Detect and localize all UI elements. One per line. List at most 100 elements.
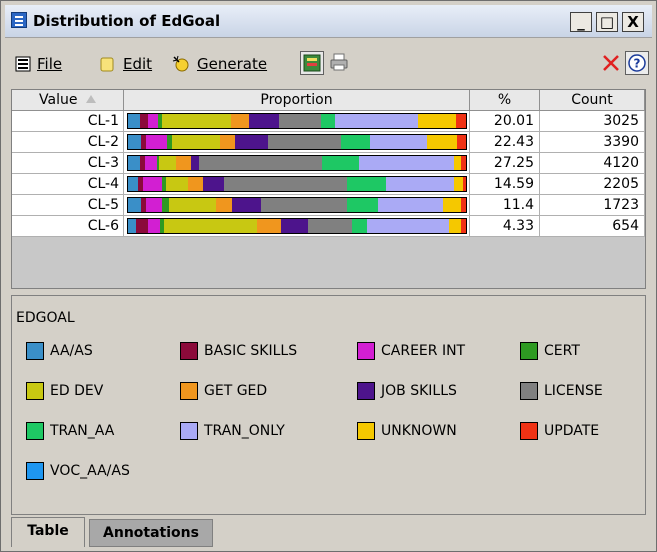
minimize-button[interactable]: _ bbox=[570, 12, 592, 32]
generate-menu[interactable]: Generate bbox=[197, 55, 267, 73]
header-percent[interactable]: % bbox=[470, 90, 540, 111]
file-menu[interactable]: File bbox=[37, 55, 62, 73]
legend-label: UNKNOWN bbox=[381, 423, 457, 439]
header-count[interactable]: Count bbox=[540, 90, 645, 111]
proportion-segment bbox=[460, 156, 466, 170]
edit-menu[interactable]: Edit bbox=[123, 55, 152, 73]
cell-percent: 27.25 bbox=[470, 153, 540, 174]
proportion-bar bbox=[127, 134, 467, 150]
cell-value: CL-1 bbox=[12, 111, 124, 132]
file-menu-label: File bbox=[37, 55, 63, 73]
proportion-segment bbox=[136, 219, 149, 233]
cell-percent: 22.43 bbox=[470, 132, 540, 153]
proportion-segment bbox=[143, 177, 163, 191]
proportion-segment bbox=[377, 198, 443, 212]
proportion-segment bbox=[169, 198, 217, 212]
proportion-segment bbox=[172, 135, 220, 149]
table-row[interactable]: CL-1 20.01 3025 bbox=[12, 111, 645, 132]
tab-bar: Table Annotations bbox=[7, 517, 652, 547]
proportion-segment bbox=[454, 177, 463, 191]
chart-view-button[interactable] bbox=[300, 51, 324, 75]
proportion-segment bbox=[128, 156, 140, 170]
cell-proportion bbox=[124, 153, 470, 174]
legend-label: TRAN_AA bbox=[50, 423, 115, 439]
cell-value: CL-3 bbox=[12, 153, 124, 174]
proportion-segment bbox=[455, 114, 466, 128]
proportion-segment bbox=[223, 177, 347, 191]
proportion-segment bbox=[232, 198, 262, 212]
legend-swatch bbox=[357, 342, 375, 360]
cell-percent: 11.4 bbox=[470, 195, 540, 216]
proportion-segment bbox=[417, 114, 456, 128]
tab-table[interactable]: Table bbox=[11, 517, 85, 547]
proportion-segment bbox=[248, 114, 279, 128]
proportion-segment bbox=[454, 156, 461, 170]
print-button[interactable] bbox=[328, 51, 352, 75]
legend-swatch bbox=[180, 422, 198, 440]
proportion-segment bbox=[187, 177, 204, 191]
maximize-button[interactable]: □ bbox=[596, 12, 618, 32]
proportion-segment bbox=[308, 219, 353, 233]
legend-title: EDGOAL bbox=[16, 310, 75, 326]
header-value-label: Value bbox=[39, 92, 78, 108]
printer-icon bbox=[330, 53, 348, 71]
proportion-segment bbox=[449, 219, 461, 233]
proportion-bar bbox=[127, 218, 467, 234]
table-row[interactable]: CL-2 22.43 3390 bbox=[12, 132, 645, 153]
proportion-segment bbox=[462, 177, 466, 191]
cell-value: CL-6 bbox=[12, 216, 124, 237]
table-row[interactable]: CL-4 14.59 2205 bbox=[12, 174, 645, 195]
proportion-bar bbox=[127, 113, 467, 129]
legend-swatch bbox=[520, 422, 538, 440]
proportion-segment bbox=[456, 135, 466, 149]
legend-swatch bbox=[180, 382, 198, 400]
tab-annotations[interactable]: Annotations bbox=[89, 519, 213, 547]
table-row[interactable]: CL-3 27.25 4120 bbox=[12, 153, 645, 174]
legend-swatch bbox=[357, 422, 375, 440]
header-value[interactable]: Value bbox=[12, 90, 124, 111]
proportion-segment bbox=[261, 198, 348, 212]
cell-count: 1723 bbox=[540, 195, 645, 216]
app-icon bbox=[11, 12, 27, 28]
proportion-segment bbox=[175, 156, 191, 170]
cell-proportion bbox=[124, 174, 470, 195]
proportion-segment bbox=[234, 135, 268, 149]
legend-label: BASIC SKILLS bbox=[204, 343, 298, 359]
legend-label: CAREER INT bbox=[381, 343, 466, 359]
cell-count: 3390 bbox=[540, 132, 645, 153]
proportion-segment bbox=[158, 156, 176, 170]
legend-label: UPDATE bbox=[544, 423, 600, 439]
proportion-segment bbox=[128, 177, 139, 191]
distribution-table: Value Proportion % Count CL-1 20.01 3025 CL… bbox=[11, 89, 646, 289]
proportion-segment bbox=[128, 114, 141, 128]
proportion-segment bbox=[148, 219, 161, 233]
sort-ascending-icon bbox=[85, 95, 96, 103]
close-button[interactable]: X bbox=[622, 12, 644, 32]
header-proportion[interactable]: Proportion bbox=[124, 90, 470, 111]
legend-swatch bbox=[26, 382, 44, 400]
proportion-segment bbox=[278, 114, 322, 128]
cell-proportion bbox=[124, 111, 470, 132]
proportion-segment bbox=[230, 114, 249, 128]
proportion-segment bbox=[341, 135, 371, 149]
table-row[interactable]: CL-6 4.33 654 bbox=[12, 216, 645, 237]
proportion-segment bbox=[352, 219, 368, 233]
close-output-button[interactable] bbox=[599, 51, 623, 75]
cell-value: CL-2 bbox=[12, 132, 124, 153]
help-button[interactable]: ? bbox=[625, 51, 649, 75]
svg-text:?: ? bbox=[634, 57, 641, 71]
table-row[interactable]: CL-5 11.4 1723 bbox=[12, 195, 645, 216]
proportion-segment bbox=[347, 198, 378, 212]
title-bar[interactable]: Distribution of EdGoal _ □ X bbox=[5, 5, 652, 38]
proportion-segment bbox=[203, 177, 224, 191]
proportion-segment bbox=[128, 219, 137, 233]
proportion-segment bbox=[385, 177, 455, 191]
edit-menu-icon bbox=[100, 57, 114, 72]
legend-label: CERT bbox=[544, 343, 580, 359]
legend-swatch bbox=[520, 382, 538, 400]
proportion-segment bbox=[460, 198, 466, 212]
proportion-segment bbox=[145, 198, 163, 212]
legend-label: TRAN_ONLY bbox=[204, 423, 285, 439]
edit-menu-label: Edit bbox=[123, 55, 153, 73]
cell-value: CL-5 bbox=[12, 195, 124, 216]
